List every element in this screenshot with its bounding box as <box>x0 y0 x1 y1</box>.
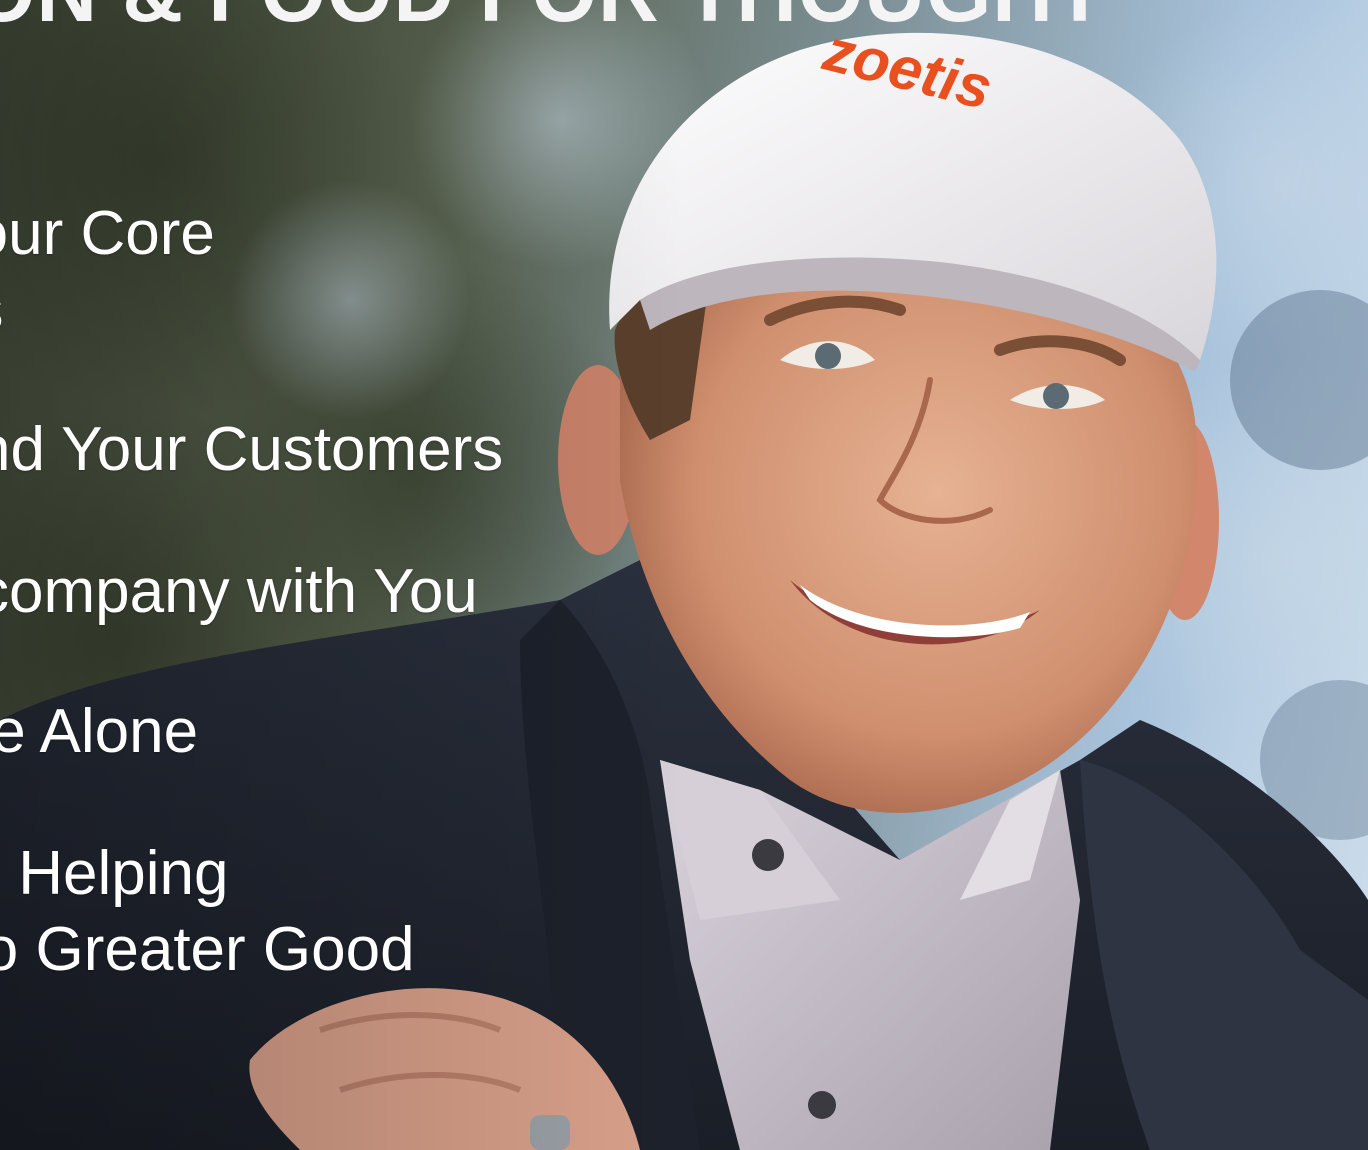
bullet-item: s Helping lo Greater Good <box>0 836 415 988</box>
bullet-item: nd Your Customers <box>0 412 503 488</box>
bullet-text: lo Greater Good <box>0 915 415 984</box>
bullet-item: Your Core es <box>0 196 215 348</box>
slide-title: ON & FOOD FOR THOUGHT <box>0 0 1106 41</box>
bullet-text: Your Core <box>0 199 215 268</box>
bullet-text: es <box>0 272 215 348</box>
slide: zoetis ON & FOOD FOR THOUGHT Your Core e… <box>0 0 1368 1150</box>
bullet-item: te Alone <box>0 694 198 770</box>
bullet-text: company with You <box>0 557 478 626</box>
bullet-item: company with You <box>0 554 478 630</box>
bullet-text: nd Your Customers <box>0 415 504 484</box>
bullet-text: te Alone <box>0 697 199 766</box>
bullet-text: s Helping <box>0 839 229 908</box>
